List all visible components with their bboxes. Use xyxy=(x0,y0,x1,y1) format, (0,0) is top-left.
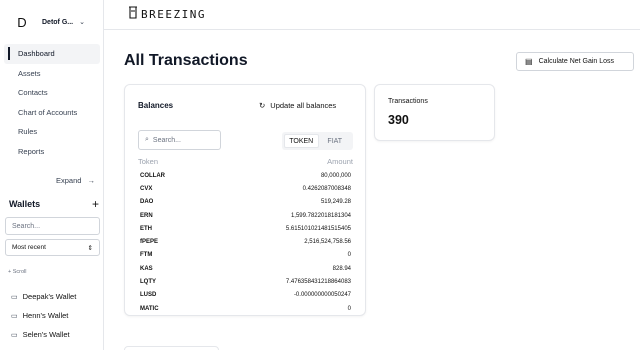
balances-table: COLLAR 80,000,000 CVX 0.4262087008348 DAO 5… xyxy=(140,169,351,315)
wallet-name: Henn's Wallet xyxy=(22,311,69,320)
token-cell: fPEPE xyxy=(140,239,159,246)
wallet-icon: ▭ xyxy=(11,312,18,320)
table-row[interactable]: COLLAR 80,000,000 xyxy=(140,169,351,182)
amount-cell: 2,516,524,758.56 xyxy=(304,239,351,246)
wallet-icon: ▭ xyxy=(11,293,18,301)
amount-cell: -0.000000000050247 xyxy=(293,292,351,299)
token-cell: ETH xyxy=(140,225,152,232)
wallet-icon: ▭ xyxy=(11,331,18,339)
token-cell: FTM xyxy=(140,252,153,259)
scroll-hint: + Scroll xyxy=(8,269,27,275)
org-avatar: D xyxy=(17,14,27,30)
wallet-sort-select[interactable]: Most recent ⇕ xyxy=(5,239,100,256)
amount-cell: 5.615101021481515405 xyxy=(285,225,351,232)
calculate-net-gain-loss-button[interactable]: ▤ Calculate Net Gain Loss xyxy=(516,52,634,71)
wallets-title: Wallets xyxy=(9,199,41,209)
partial-card xyxy=(124,346,219,350)
table-row[interactable]: LQTY 7.476358431218864083 xyxy=(140,275,351,288)
balances-search-input[interactable]: ⌕ Search... xyxy=(138,130,221,150)
token-cell: ERN xyxy=(140,212,153,219)
amount-cell: 7.476358431218864083 xyxy=(285,279,351,286)
org-name: Detof G... xyxy=(42,18,74,26)
token-cell: DAO xyxy=(140,199,154,206)
transactions-count: 390 xyxy=(388,113,409,127)
page-title: All Transactions xyxy=(124,52,248,69)
wallet-sort-value: Most recent xyxy=(12,244,46,251)
wallet-name: Selen's Wallet xyxy=(22,330,70,339)
token-cell: CVX xyxy=(140,185,153,192)
wallets-header: Wallets + xyxy=(9,198,99,210)
amount-cell: 1,599.7822018181304 xyxy=(290,212,351,219)
table-row[interactable]: FTM 0 xyxy=(140,249,351,262)
nav-item-dashboard[interactable]: Dashboard xyxy=(4,44,100,64)
table-header: Token Amount xyxy=(138,157,353,166)
toggle-fiat[interactable]: FIAT xyxy=(319,134,352,148)
search-placeholder: Search... xyxy=(152,136,181,144)
update-label: Update all balances xyxy=(270,101,337,110)
main-nav: Dashboard Assets Contacts Chart of Accou… xyxy=(0,44,104,161)
transactions-card: Transactions 390 xyxy=(374,84,495,141)
breezing-logo-icon xyxy=(128,6,138,22)
token-cell: COLLAR xyxy=(140,172,165,179)
expand-label: Expand xyxy=(56,176,82,185)
wallet-name: Deepak's Wallet xyxy=(22,292,77,301)
table-row[interactable]: LUSD -0.000000000050247 xyxy=(140,289,351,302)
wallet-item[interactable]: ▭ Henn's Wallet xyxy=(5,307,100,324)
top-bar: BREEZING xyxy=(104,0,640,30)
search-icon: ⌕ xyxy=(145,136,149,143)
balances-card: Balances ↻ Update all balances ⌕ Search.… xyxy=(124,84,366,316)
expand-button[interactable]: Expand → xyxy=(56,176,95,185)
amount-cell: 80,000,000 xyxy=(320,172,351,179)
balances-title: Balances xyxy=(138,101,174,110)
nav-item-rules[interactable]: Rules xyxy=(4,122,100,142)
token-cell: KAS xyxy=(140,265,153,272)
brand[interactable]: BREEZING xyxy=(128,6,206,22)
table-row[interactable]: ERN 1,599.7822018181304 xyxy=(140,209,351,222)
nav-item-chart-of-accounts[interactable]: Chart of Accounts xyxy=(4,103,100,123)
table-row[interactable]: CVX 0.4262087008348 xyxy=(140,182,351,195)
wallet-search-input[interactable]: Search... xyxy=(5,217,100,235)
calculate-button-label: Calculate Net Gain Loss xyxy=(538,58,615,65)
amount-cell: 828.94 xyxy=(332,265,351,272)
calculator-icon: ▤ xyxy=(525,57,533,66)
org-switcher[interactable]: D Detof G... ⌄ xyxy=(10,10,100,34)
table-row[interactable]: KAS 828.94 xyxy=(140,262,351,275)
chevron-down-icon: ⌄ xyxy=(79,19,85,26)
column-token: Token xyxy=(138,157,159,166)
token-cell: LUSD xyxy=(140,292,157,299)
column-amount: Amount xyxy=(327,157,353,166)
nav-item-assets[interactable]: Assets xyxy=(4,64,100,84)
amount-cell: 0.4262087008348 xyxy=(302,185,351,192)
token-fiat-toggle: TOKEN FIAT xyxy=(282,132,353,150)
token-cell: MATIC xyxy=(140,305,159,312)
table-row[interactable]: DAO 519,249.28 xyxy=(140,196,351,209)
token-cell: LQTY xyxy=(140,279,156,286)
update-all-balances-button[interactable]: ↻ Update all balances xyxy=(259,101,336,110)
amount-cell: 519,249.28 xyxy=(320,199,351,206)
brand-name: BREEZING xyxy=(141,7,206,21)
amount-cell: 0 xyxy=(347,305,351,312)
add-wallet-icon[interactable]: + xyxy=(92,198,99,210)
sidebar: D Detof G... ⌄ Dashboard Assets Contacts… xyxy=(0,0,104,350)
transactions-label: Transactions xyxy=(388,98,428,105)
table-row[interactable]: fPEPE 2,516,524,758.56 xyxy=(140,235,351,248)
table-row[interactable]: MATIC 0 xyxy=(140,302,351,315)
arrow-right-icon: → xyxy=(87,176,95,185)
wallet-item[interactable]: ▭ Deepak's Wallet xyxy=(5,288,100,305)
chevron-updown-icon: ⇕ xyxy=(87,244,93,252)
wallet-item[interactable]: ▭ Selen's Wallet xyxy=(5,326,100,343)
nav-item-contacts[interactable]: Contacts xyxy=(4,83,100,103)
nav-item-reports[interactable]: Reports xyxy=(4,142,100,162)
refresh-icon: ↻ xyxy=(259,101,266,110)
amount-cell: 0 xyxy=(347,252,351,259)
table-row[interactable]: ETH 5.615101021481515405 xyxy=(140,222,351,235)
toggle-token[interactable]: TOKEN xyxy=(284,134,319,148)
